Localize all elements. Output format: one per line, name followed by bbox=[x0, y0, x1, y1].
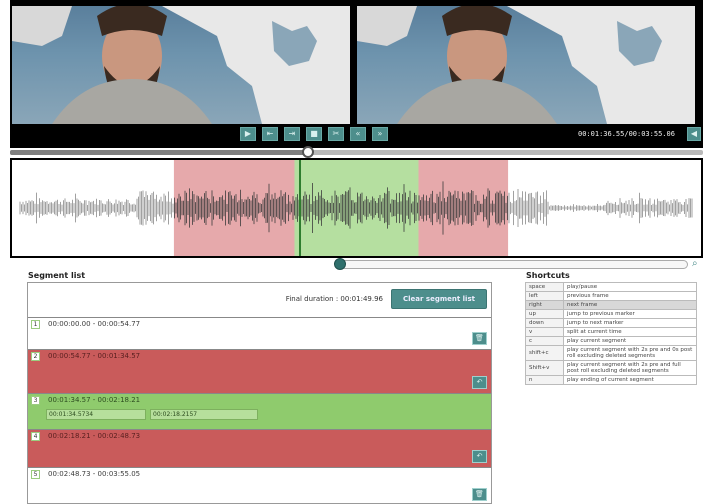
restore-segment-button[interactable]: ↶ bbox=[472, 450, 487, 463]
shortcuts-title: Shortcuts bbox=[526, 271, 570, 280]
split-icon: ✂ bbox=[332, 129, 340, 138]
waveform-panel[interactable] bbox=[10, 158, 703, 258]
shortcut-desc: split at current time bbox=[563, 327, 697, 337]
jump-previous-button[interactable]: « bbox=[350, 127, 366, 141]
video-frame-output bbox=[357, 6, 695, 124]
shortcut-row: up jump to previous marker bbox=[525, 309, 697, 319]
video-frame-source bbox=[12, 6, 350, 124]
segment-range: 00:00:54.77 - 00:01:34.57 bbox=[48, 352, 141, 360]
segment-number: 1 bbox=[31, 320, 40, 329]
play-icon: ▶ bbox=[244, 129, 252, 138]
play-button[interactable]: ▶ bbox=[240, 127, 256, 141]
seek-bar[interactable] bbox=[10, 150, 703, 155]
trash-icon: 🗑 bbox=[475, 334, 484, 342]
stop-button[interactable]: ■ bbox=[306, 127, 322, 141]
shortcut-key: shift+c bbox=[525, 345, 564, 361]
shortcut-row: n play ending of current segment bbox=[525, 375, 697, 385]
segment-row[interactable]: 5 00:02:48.73 - 00:03:55.05 🗑 bbox=[28, 467, 491, 503]
video-editor: ▶ ⇤ ⇥ ■ ✂ « » 00:01:36.55/00:03:55.06 ◀ … bbox=[0, 0, 703, 504]
shortcut-key: space bbox=[525, 282, 564, 292]
shortcut-row: space play/pause bbox=[525, 282, 697, 292]
segment-number: 5 bbox=[31, 470, 40, 479]
segment-range: 00:02:48.73 - 00:03:55.05 bbox=[48, 470, 141, 478]
shortcut-desc: play/pause bbox=[563, 282, 697, 292]
shortcut-desc: play current segment bbox=[563, 336, 697, 346]
zoom-icon: ⌕ bbox=[692, 258, 698, 269]
restore-segment-button[interactable]: ↶ bbox=[472, 376, 487, 389]
shortcut-desc: play current segment with 2s pre and 0s … bbox=[563, 345, 697, 361]
shortcut-desc: play current segment with 2s pre and ful… bbox=[563, 360, 697, 376]
split-button[interactable]: ✂ bbox=[328, 127, 344, 141]
segment-row[interactable]: 4 00:02:18.21 - 00:02:48.73 ↶ bbox=[28, 429, 491, 467]
shortcut-key: c bbox=[525, 336, 564, 346]
next-frame-icon: ⇥ bbox=[288, 129, 296, 138]
jump-next-button[interactable]: » bbox=[372, 127, 388, 141]
previous-frame-icon: ⇤ bbox=[266, 129, 274, 138]
seek-bar-progress bbox=[10, 150, 308, 155]
segment-range: 00:00:00.00 - 00:00:54.77 bbox=[48, 320, 141, 328]
shortcut-row: c play current segment bbox=[525, 336, 697, 346]
shortcut-row: Shift+v play current segment with 2s pre … bbox=[525, 360, 697, 376]
shortcut-key: Shift+v bbox=[525, 360, 564, 376]
shortcut-key: left bbox=[525, 291, 564, 301]
next-frame-button[interactable]: ⇥ bbox=[284, 127, 300, 141]
segment-range: 00:01:34.57 - 00:02:18.21 bbox=[48, 396, 141, 404]
shortcuts-table: space play/pause left previous frame right… bbox=[525, 282, 697, 385]
delete-segment-button[interactable]: 🗑 bbox=[472, 332, 487, 345]
chevron-left-icon: ◀ bbox=[690, 129, 698, 138]
segment-end-input[interactable] bbox=[150, 409, 258, 420]
final-duration: Final duration : 00:01:49.96 bbox=[285, 295, 383, 303]
shortcut-row: left previous frame bbox=[525, 291, 697, 301]
jump-next-icon: » bbox=[377, 129, 383, 138]
waveform-region[interactable] bbox=[418, 160, 509, 256]
segment-list-title: Segment list bbox=[28, 271, 86, 280]
segment-start-input[interactable] bbox=[46, 409, 146, 420]
zoom-handle[interactable] bbox=[334, 258, 346, 270]
shortcut-key: v bbox=[525, 327, 564, 337]
waveform bbox=[19, 160, 693, 256]
shortcut-desc: play ending of current segment bbox=[563, 375, 697, 385]
delete-segment-button[interactable]: 🗑 bbox=[472, 488, 487, 501]
undo-icon: ↶ bbox=[476, 452, 483, 460]
player-controls: ▶ ⇤ ⇥ ■ ✂ « » bbox=[240, 127, 388, 143]
video-area bbox=[10, 0, 703, 148]
trash-icon: 🗑 bbox=[475, 490, 484, 498]
shortcut-key: up bbox=[525, 309, 564, 319]
shortcut-row: v split at current time bbox=[525, 327, 697, 337]
segment-row[interactable]: 2 00:00:54.77 - 00:01:34.57 ↶ bbox=[28, 349, 491, 393]
undo-icon: ↶ bbox=[476, 378, 483, 386]
shortcut-desc: previous frame bbox=[563, 291, 697, 301]
seek-handle[interactable] bbox=[301, 146, 314, 158]
shortcut-row: right next frame bbox=[525, 300, 697, 310]
shortcut-desc: jump to next marker bbox=[563, 318, 697, 328]
segment-range: 00:02:18.21 - 00:02:48.73 bbox=[48, 432, 141, 440]
segment-list-panel: Final duration : 00:01:49.96 Clear segme… bbox=[27, 282, 492, 504]
segment-row-selected[interactable]: 3 00:01:34.57 - 00:02:18.21 bbox=[28, 393, 491, 429]
shortcut-key: down bbox=[525, 318, 564, 328]
shortcut-row: shift+c play current segment with 2s pre … bbox=[525, 345, 697, 361]
stop-icon: ■ bbox=[310, 129, 318, 138]
previous-frame-button[interactable]: ⇤ bbox=[262, 127, 278, 141]
shortcut-key: n bbox=[525, 375, 564, 385]
shortcut-row: down jump to next marker bbox=[525, 318, 697, 328]
shortcut-desc: jump to previous marker bbox=[563, 309, 697, 319]
segment-number: 4 bbox=[31, 432, 40, 441]
clear-segment-list-button[interactable]: Clear segment list bbox=[391, 289, 487, 309]
collapse-button[interactable]: ◀ bbox=[687, 127, 701, 141]
jump-previous-icon: « bbox=[355, 129, 361, 138]
shortcut-key: right bbox=[525, 300, 564, 310]
segment-row[interactable]: 1 00:00:00.00 - 00:00:54.77 🗑 bbox=[28, 317, 491, 349]
segment-number: 2 bbox=[31, 352, 40, 361]
waveform-region[interactable] bbox=[294, 160, 419, 256]
shortcut-desc: next frame bbox=[563, 300, 697, 310]
time-readout: 00:01:36.55/00:03:55.06 bbox=[578, 130, 675, 138]
segment-number: 3 bbox=[31, 396, 40, 405]
zoom-slider[interactable] bbox=[340, 260, 688, 269]
